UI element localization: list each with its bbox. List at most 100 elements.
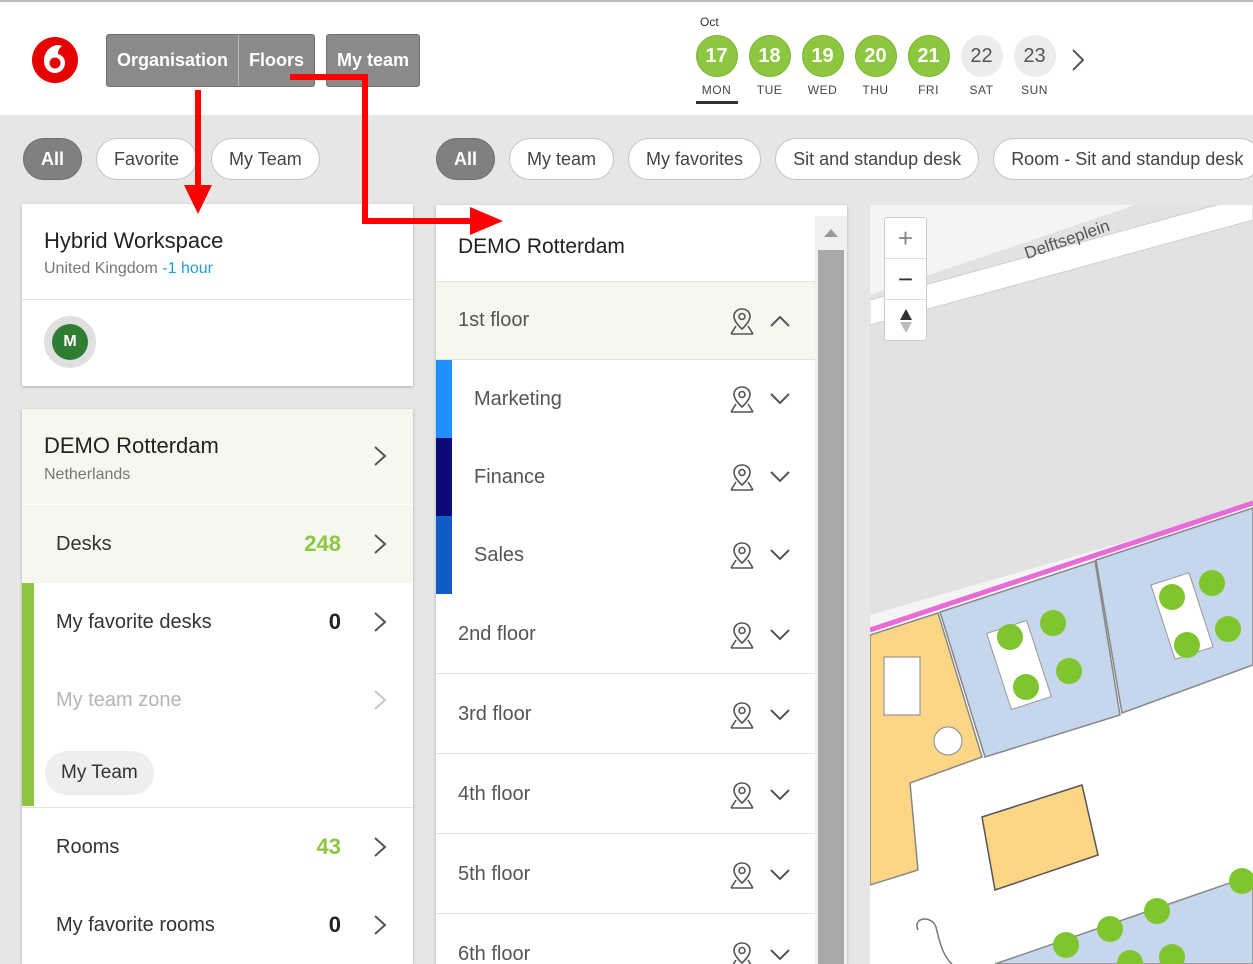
day-picker: 17 MON 18 TUE 19 WED 20 THU 21 FRI 22 SAT 23 SUN — [690, 35, 1061, 104]
workspace-title: Hybrid Workspace — [44, 228, 224, 253]
chevron-up-icon[interactable] — [769, 314, 791, 328]
location-country: Netherlands — [44, 466, 131, 483]
compass-button[interactable] — [885, 300, 926, 341]
floor-row[interactable]: 4th floor — [436, 756, 815, 834]
map-pin-icon[interactable] — [727, 780, 757, 810]
avatar[interactable]: M — [44, 316, 96, 368]
day-tue[interactable]: 18 TUE — [743, 35, 796, 104]
favorite-rooms-count: 0 — [328, 912, 341, 937]
location-filter-chip-favorite[interactable]: Favorite — [96, 138, 198, 180]
map-pin-icon[interactable] — [727, 860, 757, 890]
day-fri[interactable]: 21 FRI — [902, 35, 955, 104]
location-title: DEMO Rotterdam — [44, 433, 219, 458]
vodafone-logo-icon — [32, 37, 78, 83]
map-pin-icon[interactable] — [727, 540, 757, 570]
map-pin-icon[interactable] — [727, 940, 757, 964]
team-zone-row[interactable]: My team zone — [22, 661, 413, 739]
main-tabs: Organisation Floors My team — [106, 34, 431, 87]
favorite-rooms-label: My favorite rooms — [56, 913, 215, 936]
floor-list-scrollbar[interactable] — [815, 216, 847, 964]
floor-filter-chip-room-sit-and-standup-desk[interactable]: Room - Sit and standup desk — [993, 138, 1253, 180]
day-wed[interactable]: 19 WED — [796, 35, 849, 104]
map-pin-icon[interactable] — [727, 620, 757, 650]
day-label: WED — [807, 83, 838, 97]
day-sun[interactable]: 23 SUN — [1008, 35, 1061, 104]
chevron-down-icon[interactable] — [769, 708, 791, 722]
chevron-down-icon[interactable] — [769, 392, 791, 406]
day-number: 18 — [748, 35, 791, 77]
floor-filter-chips: All My team My favorites Sit and standup de… — [436, 138, 1253, 180]
floor-map[interactable]: Delftseplein + − — [870, 205, 1253, 964]
department-label: Finance — [474, 465, 546, 488]
day-label: THU — [862, 83, 889, 97]
day-sat[interactable]: 22 SAT — [955, 35, 1008, 104]
day-mon[interactable]: 17 MON — [690, 35, 743, 104]
department-row[interactable]: Finance — [436, 438, 815, 516]
chevron-down-icon[interactable] — [769, 788, 791, 802]
location-card: DEMO Rotterdam Netherlands Desks 248 My … — [22, 409, 413, 964]
day-number: 22 — [960, 35, 1003, 77]
location-filter-chip-all[interactable]: All — [23, 138, 83, 180]
floor-filter-chip-my-favorites[interactable]: My favorites — [628, 138, 762, 180]
tab-floors[interactable]: Floors — [238, 35, 314, 86]
day-number: 20 — [854, 35, 897, 77]
day-number: 19 — [801, 35, 844, 77]
chevron-down-icon[interactable] — [769, 628, 791, 642]
chevron-down-icon[interactable] — [769, 948, 791, 962]
floors-title: DEMO Rotterdam — [458, 235, 625, 258]
chevron-right-icon — [374, 915, 387, 935]
chevron-right-icon[interactable] — [1067, 46, 1089, 74]
rooms-label: Rooms — [56, 835, 120, 858]
avatar-letter: M — [52, 324, 88, 360]
chevron-down-icon[interactable] — [769, 470, 791, 484]
floor-row[interactable]: 6th floor — [436, 916, 815, 964]
team-zone-label: My team zone — [56, 688, 182, 711]
department-row[interactable]: Sales — [436, 516, 815, 594]
map-pin-icon[interactable] — [727, 306, 757, 336]
tab-group-primary: Organisation Floors — [106, 34, 316, 87]
chevron-down-icon[interactable] — [769, 868, 791, 882]
floor-label: 1st floor — [458, 309, 530, 331]
tab-my-team[interactable]: My team — [327, 35, 419, 86]
day-thu[interactable]: 20 THU — [849, 35, 902, 104]
tab-organisation[interactable]: Organisation — [107, 35, 238, 86]
workspace-timezone: -1 hour — [162, 260, 213, 277]
favorite-desks-row[interactable]: My favorite desks 0 — [22, 583, 413, 661]
zoom-in-button[interactable]: + — [885, 218, 926, 259]
department-color-bar — [436, 516, 452, 594]
map-pin-icon[interactable] — [727, 384, 757, 414]
desks-count: 248 — [304, 531, 341, 556]
location-header[interactable]: DEMO Rotterdam Netherlands — [22, 409, 413, 504]
hybrid-workspace-card[interactable]: Hybrid Workspace United Kingdom -1 hour … — [22, 204, 413, 386]
chevron-down-icon[interactable] — [769, 548, 791, 562]
floor-label: 6th floor — [458, 943, 531, 964]
department-color-bar — [436, 438, 452, 516]
favorite-rooms-row[interactable]: My favorite rooms 0 — [22, 886, 413, 964]
floors-panel: DEMO Rotterdam 1st floor Marketing Finance… — [436, 205, 847, 964]
scroll-up-icon[interactable] — [823, 228, 839, 238]
scrollbar-thumb[interactable] — [818, 250, 844, 964]
desks-row[interactable]: Desks 248 — [22, 505, 413, 583]
rooms-row[interactable]: Rooms 43 — [22, 808, 413, 886]
compass-icon — [899, 308, 912, 333]
floor-row[interactable]: 5th floor — [436, 836, 815, 914]
floor-row[interactable]: 3rd floor — [436, 676, 815, 754]
floor-row[interactable]: 2nd floor — [436, 596, 815, 674]
chevron-right-icon — [374, 612, 387, 632]
department-row[interactable]: Marketing — [436, 360, 815, 438]
my-team-chip[interactable]: My Team — [45, 751, 154, 795]
map-pin-icon[interactable] — [727, 700, 757, 730]
floor-filter-chip-my-team[interactable]: My team — [509, 138, 615, 180]
floor-filter-chip-sit-and-standup-desk[interactable]: Sit and standup desk — [775, 138, 980, 180]
map-zoom-controls: + − — [884, 217, 927, 341]
map-pin-icon[interactable] — [727, 462, 757, 492]
top-bar: Organisation Floors My team Oct 17 MON 18 T… — [0, 0, 1253, 115]
floor-filter-chip-all[interactable]: All — [436, 138, 496, 180]
location-filter-chip-my-team[interactable]: My Team — [211, 138, 320, 180]
floor-row[interactable]: 1st floor — [436, 282, 815, 360]
chevron-right-icon — [374, 534, 387, 554]
zoom-out-button[interactable]: − — [885, 259, 926, 300]
floor-label: 4th floor — [458, 783, 531, 805]
department-label: Sales — [474, 543, 525, 566]
day-label: MON — [695, 83, 738, 104]
